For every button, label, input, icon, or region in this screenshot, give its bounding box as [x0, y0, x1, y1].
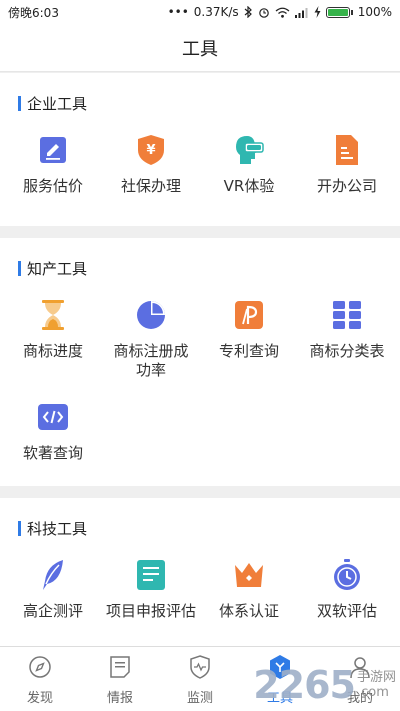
- tool-social-security[interactable]: ¥ 社保办理: [102, 113, 200, 196]
- tool-vr-experience[interactable]: VR体验: [200, 113, 298, 196]
- section-title: 企业工具: [27, 94, 88, 113]
- stopwatch-icon: [330, 558, 364, 592]
- pie-chart-icon: [134, 298, 168, 332]
- hourglass-icon: [36, 298, 70, 332]
- tool-label: 双软评估: [316, 602, 377, 620]
- section-ip-tools: 知产工具 商标进度 商标注册成功率 专利查询 商标分类表 软著查询: [0, 238, 400, 486]
- signal-icon: [294, 7, 308, 18]
- watermark-logo: 2265: [253, 663, 356, 707]
- battery-level: 100%: [357, 5, 392, 19]
- section-enterprise-tools: 企业工具 服务估价 ¥ 社保办理 VR体验 开办公司: [0, 73, 400, 226]
- alarm-icon: [258, 8, 269, 18]
- tool-open-company[interactable]: 开办公司: [298, 113, 396, 196]
- crown-icon: [232, 558, 266, 592]
- section-accent-bar: [18, 260, 21, 276]
- tool-label: 商标注册成功率: [113, 342, 189, 379]
- yen-shield-icon: ¥: [134, 133, 168, 167]
- section-header: 企业工具: [0, 93, 400, 113]
- feather-icon: [36, 558, 70, 592]
- tool-system-certification[interactable]: 体系认证: [200, 538, 298, 621]
- company-doc-icon: [330, 133, 364, 167]
- status-bar: 傍晚6:03 ••• 0.37K/s 100%: [0, 0, 400, 24]
- code-icon: [36, 400, 70, 434]
- site-watermark: 2265 手游网 .com: [253, 663, 396, 707]
- notification-dots: •••: [167, 5, 189, 19]
- tool-label: 软著查询: [22, 444, 83, 462]
- tool-label: 高企测评: [22, 602, 83, 620]
- watermark-domain: .com: [356, 685, 389, 700]
- grid-table-icon: [330, 298, 364, 332]
- tab-monitor[interactable]: 监测: [160, 647, 240, 711]
- tool-patent-search[interactable]: 专利查询: [200, 278, 298, 380]
- tab-label: 发现: [26, 691, 53, 706]
- status-indicators: ••• 0.37K/s 100%: [168, 5, 392, 19]
- section-title: 知产工具: [27, 259, 88, 278]
- tool-dual-software-assessment[interactable]: 双软评估: [298, 538, 396, 621]
- tool-label: 项目申报评估: [105, 602, 196, 620]
- section-header: 科技工具: [0, 518, 400, 538]
- tool-high-tech-assessment[interactable]: 高企测评: [4, 538, 102, 621]
- tool-label: 开办公司: [316, 177, 377, 195]
- tool-label: 社保办理: [120, 177, 181, 195]
- tool-label: 服务估价: [22, 177, 83, 195]
- patent-icon: [232, 298, 266, 332]
- compass-icon: [27, 654, 53, 680]
- battery-icon: [325, 6, 353, 18]
- wifi-icon: [275, 7, 290, 18]
- section-header: 知产工具: [0, 258, 400, 278]
- section-tech-tools: 科技工具 高企测评 项目申报评估 体系认证 双软评估: [0, 498, 400, 646]
- tool-trademark-success-rate[interactable]: 商标注册成功率: [102, 278, 200, 380]
- section-accent-bar: [18, 520, 21, 536]
- tool-trademark-class-table[interactable]: 商标分类表: [298, 278, 396, 380]
- tab-intelligence[interactable]: 情报: [80, 647, 160, 711]
- section-title: 科技工具: [27, 519, 88, 538]
- tool-software-copyright-search[interactable]: 软著查询: [4, 380, 102, 463]
- tool-label: 体系认证: [218, 602, 279, 620]
- status-time: 傍晚6:03: [8, 5, 59, 20]
- network-speed: 0.37K/s: [193, 5, 239, 19]
- svg-text:¥: ¥: [146, 143, 155, 158]
- tool-label: 商标分类表: [309, 342, 385, 360]
- tool-service-quote[interactable]: 服务估价: [4, 113, 102, 196]
- vr-head-icon: [232, 133, 266, 167]
- tool-label: 商标进度: [22, 342, 83, 360]
- news-icon: [107, 654, 133, 680]
- monitor-shield-icon: [187, 654, 213, 680]
- tool-label: VR体验: [223, 177, 275, 195]
- page-title: 工具: [182, 38, 218, 60]
- title-bar: 工具: [0, 24, 400, 72]
- tool-label: 专利查询: [218, 342, 279, 360]
- watermark-site-name: 手游网: [356, 670, 396, 685]
- tab-label: 监测: [186, 691, 213, 706]
- charging-icon: [314, 6, 321, 18]
- tool-trademark-progress[interactable]: 商标进度: [4, 278, 102, 380]
- tool-project-application-assessment[interactable]: 项目申报评估: [102, 538, 200, 621]
- doc-lines-icon: [134, 558, 168, 592]
- tab-label: 情报: [106, 691, 133, 706]
- pen-note-icon: [36, 133, 70, 167]
- section-accent-bar: [18, 95, 21, 111]
- tab-discover[interactable]: 发现: [0, 647, 80, 711]
- bluetooth-icon: [244, 6, 252, 18]
